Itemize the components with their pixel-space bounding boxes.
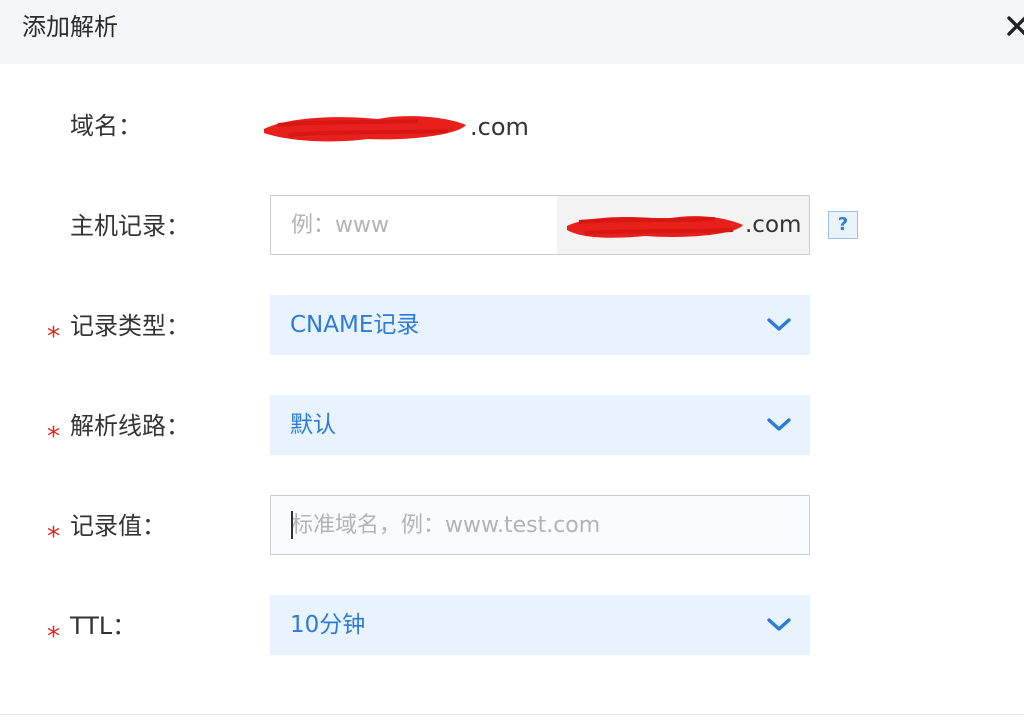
record-value-field xyxy=(270,495,810,555)
dialog-header: 添加解析 xyxy=(0,0,1024,64)
text-caret xyxy=(291,511,293,539)
ttl-select[interactable]: 10分钟 xyxy=(270,595,810,655)
host-record-suffix: .com xyxy=(557,196,809,254)
line-select[interactable]: 默认 xyxy=(270,395,810,455)
line-label: 解析线路： xyxy=(70,412,190,440)
required-mark: * xyxy=(47,322,60,352)
domain-suffix: .com xyxy=(470,113,529,141)
domain-value: .com xyxy=(258,110,529,144)
redaction-mark xyxy=(264,116,466,142)
record-value-label: 记录值： xyxy=(70,512,166,540)
chevron-down-icon xyxy=(767,318,791,331)
close-icon[interactable] xyxy=(1006,13,1024,39)
chevron-down-icon xyxy=(767,618,791,631)
domain-label: 域名： xyxy=(70,112,142,140)
record-type-label: 记录类型： xyxy=(70,312,190,340)
required-mark: * xyxy=(47,522,60,552)
host-record-label: 主机记录： xyxy=(70,212,190,240)
required-mark: * xyxy=(47,422,60,452)
chevron-down-icon xyxy=(767,418,791,431)
add-record-dialog: 添加解析 域名： .com 主机记录： .com ? * 记录类型： CNAME… xyxy=(0,0,1024,720)
record-type-selected: CNAME记录 xyxy=(290,312,420,338)
ttl-label: TTL： xyxy=(70,612,137,640)
record-value-input[interactable] xyxy=(271,496,809,554)
host-record-domain-suffix: .com xyxy=(745,212,802,238)
footer-divider xyxy=(0,714,1024,715)
host-record-input[interactable] xyxy=(271,196,556,254)
help-icon[interactable]: ? xyxy=(828,211,858,239)
redaction-mark xyxy=(567,215,743,238)
dialog-title: 添加解析 xyxy=(22,13,118,41)
record-type-select[interactable]: CNAME记录 xyxy=(270,295,810,355)
ttl-selected: 10分钟 xyxy=(290,612,366,638)
line-selected: 默认 xyxy=(290,412,336,438)
host-record-field: .com xyxy=(270,195,810,255)
required-mark: * xyxy=(47,622,60,652)
